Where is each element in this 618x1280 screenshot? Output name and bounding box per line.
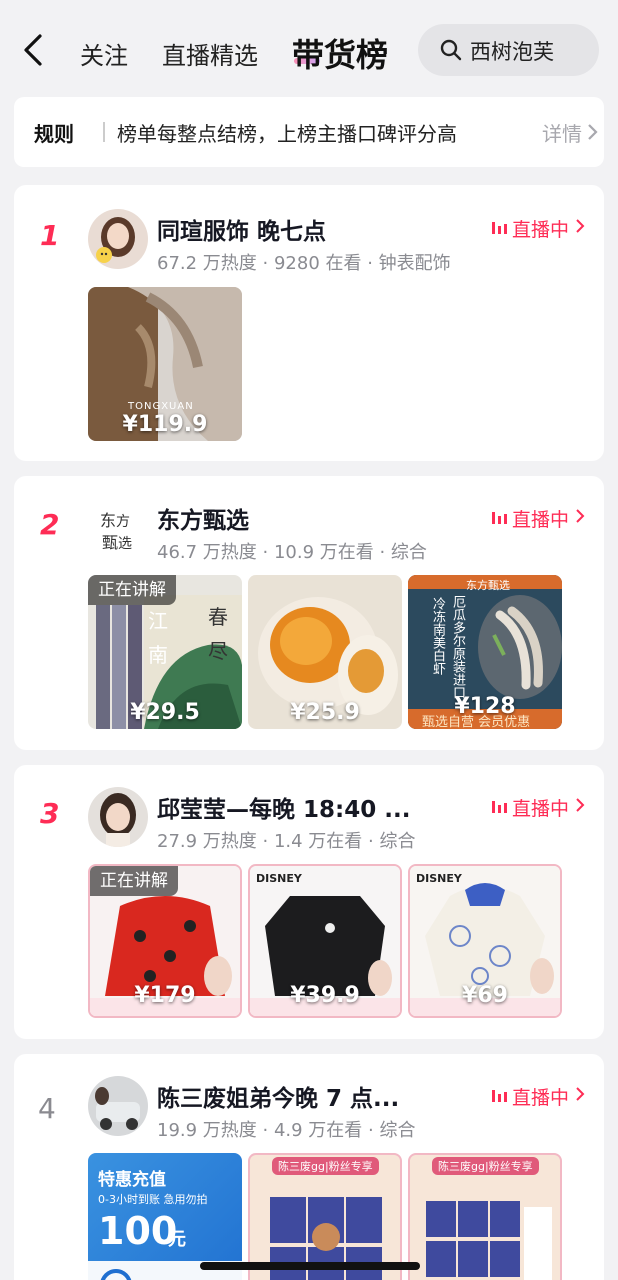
promo-amount: 100: [98, 1209, 178, 1253]
product-caption: 厄瓜多尔原装进口: [450, 595, 465, 699]
rank-card-2[interactable]: 2 东 方 甄 选 东方甄选 46.7 万热度 · 10.9 万在看 · 综合 …: [14, 476, 604, 750]
chevron-right-icon: [588, 124, 598, 140]
product-thumbnail[interactable]: DISNEY ¥69: [408, 864, 562, 1018]
promo-unit: 元: [168, 1229, 186, 1250]
product-price: ¥119.9: [122, 412, 208, 437]
live-status-link[interactable]: 直播中: [512, 1083, 569, 1110]
product-thumbnail[interactable]: DISNEY ¥39.9: [248, 864, 402, 1018]
promo-title: 特惠充值: [98, 1170, 166, 1190]
product-thumbnail[interactable]: TONGXUAN ¥119.9: [88, 287, 242, 441]
brand-label: DISNEY: [416, 872, 462, 885]
brand-label: DISNEY: [256, 872, 302, 885]
promo-subtitle: 0-3小时到账 急用勿拍: [98, 1193, 208, 1206]
rank-number: 1: [40, 219, 60, 252]
book-title-char: 春: [208, 605, 228, 629]
top-nav: 关注 直播精选 带货榜 西树泡芙: [0, 0, 618, 100]
product-thumbnail[interactable]: 东方甄选 厄瓜多尔原装进口 冷冻南美白虾 甄选自营 会员优惠 ¥128: [408, 575, 562, 729]
rank-number: 3: [40, 797, 60, 830]
chevron-right-icon: [576, 509, 585, 523]
streamer-name[interactable]: 邱莹莹—每晚 18:40 ...: [157, 790, 410, 824]
live-status-link[interactable]: 直播中: [512, 794, 569, 821]
product-price: ¥179: [134, 983, 196, 1008]
product-thumbnail[interactable]: 陈三废gg|粉丝专享: [408, 1153, 562, 1280]
product-thumbnail[interactable]: 特惠充值 0-3小时到账 急用勿拍 100 元: [88, 1153, 242, 1280]
avatar[interactable]: 东 方 甄 选: [88, 498, 148, 558]
product-price: ¥69: [462, 983, 508, 1008]
svg-text:选: 选: [118, 536, 132, 552]
tab-sales-rank[interactable]: 带货榜: [292, 30, 388, 76]
back-arrow-icon[interactable]: [18, 32, 48, 68]
brand-label: 东方甄选: [466, 579, 510, 592]
rank-number: 2: [40, 508, 60, 541]
streamer-name[interactable]: 同瑄服饰 晚七点: [157, 212, 326, 246]
product-thumbnail[interactable]: 陈三废gg|粉丝专享: [248, 1153, 402, 1280]
svg-text:甄: 甄: [102, 533, 118, 552]
book-title-char: 尽: [208, 639, 228, 663]
live-bars-icon: [492, 801, 507, 813]
explaining-badge: 正在讲解: [88, 575, 176, 605]
avatar[interactable]: [88, 787, 148, 847]
search-box[interactable]: 西树泡芙: [418, 24, 599, 76]
search-query: 西树泡芙: [470, 40, 554, 64]
stats-text: 19.9 万热度 · 4.9 万在看 · 综合: [157, 1120, 416, 1141]
avatar[interactable]: [88, 1076, 148, 1136]
product-price: ¥29.5: [130, 700, 200, 725]
live-bars-icon: [492, 512, 507, 524]
tab-follow[interactable]: 关注: [80, 36, 128, 71]
brand-watermark: TONGXUAN: [128, 401, 194, 412]
rank-number: 4: [38, 1092, 56, 1125]
rules-detail-link[interactable]: 详情: [542, 118, 582, 147]
rules-title: 规则: [34, 122, 74, 146]
live-bars-icon: [492, 222, 507, 234]
live-bars-icon: [492, 1090, 507, 1102]
fan-exclusive-tag: 陈三废gg|粉丝专享: [272, 1157, 379, 1175]
book-title-char: 南: [148, 643, 168, 667]
product-thumbnail[interactable]: ¥25.9: [248, 575, 402, 729]
stats-text: 27.9 万热度 · 1.4 万在看 · 综合: [157, 831, 416, 852]
stats-text: 67.2 万热度 · 9280 在看 · 钟表配饰: [157, 253, 451, 274]
product-price: ¥25.9: [290, 700, 360, 725]
live-status-link[interactable]: 直播中: [512, 215, 569, 242]
product-thumbnail[interactable]: 春 尽 江 南 正在讲解 ¥29.5: [88, 575, 242, 729]
svg-text:方: 方: [116, 514, 130, 530]
rank-card-4[interactable]: 4 陈三废姐弟今晚 7 点... 19.9 万热度 · 4.9 万在看 · 综合…: [14, 1054, 604, 1280]
live-status-link[interactable]: 直播中: [512, 505, 569, 532]
rank-card-3[interactable]: 3 邱莹莹—每晚 18:40 ... 27.9 万热度 · 1.4 万在看 · …: [14, 765, 604, 1039]
product-price: ¥128: [454, 694, 516, 719]
product-price: ¥39.9: [290, 983, 360, 1008]
divider: [103, 122, 105, 142]
product-thumbnail[interactable]: 正在讲解 ¥179: [88, 864, 242, 1018]
chevron-right-icon: [576, 219, 585, 233]
rank-card-1[interactable]: 1 同瑄服饰 晚七点 67.2 万热度 · 9280 在看 · 钟表配饰 直播中…: [14, 185, 604, 461]
fan-exclusive-tag: 陈三废gg|粉丝专享: [432, 1157, 539, 1175]
search-icon: [440, 39, 462, 61]
tab-live-picks[interactable]: 直播精选: [162, 36, 258, 71]
rules-bar[interactable]: 规则 榜单每整点结榜，上榜主播口碑评分高 详情: [14, 97, 604, 167]
chevron-right-icon: [576, 798, 585, 812]
chevron-right-icon: [576, 1087, 585, 1101]
book-title-char: 江: [148, 609, 168, 633]
product-caption: 冷冻南美白虾: [430, 597, 445, 675]
streamer-name[interactable]: 陈三废姐弟今晚 7 点...: [157, 1079, 399, 1113]
home-indicator: [200, 1262, 420, 1270]
stats-text: 46.7 万热度 · 10.9 万在看 · 综合: [157, 542, 427, 563]
rules-text: 榜单每整点结榜，上榜主播口碑评分高: [117, 122, 457, 146]
explaining-badge: 正在讲解: [90, 866, 178, 896]
avatar[interactable]: [88, 209, 148, 269]
streamer-name[interactable]: 东方甄选: [157, 501, 249, 535]
svg-text:东: 东: [100, 511, 116, 530]
